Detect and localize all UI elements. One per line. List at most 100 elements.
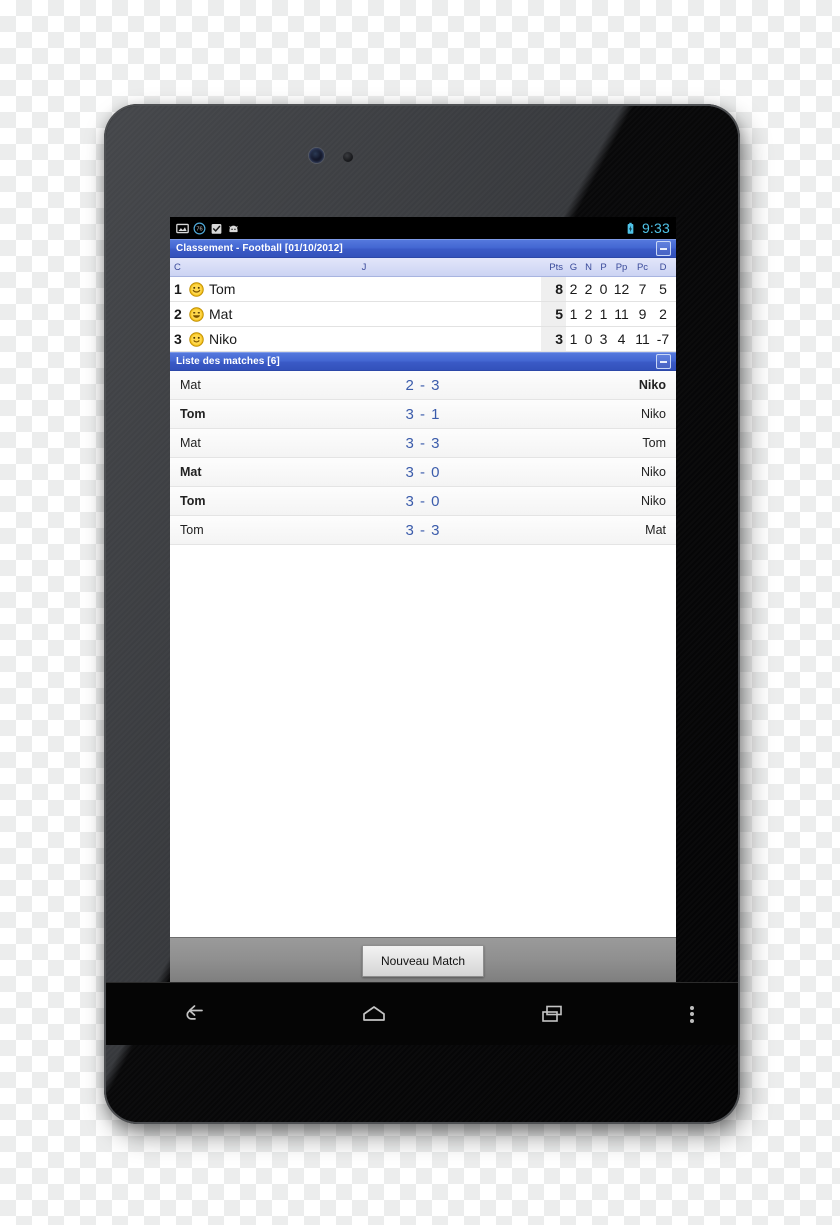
- matches-list: Mat 2 - 3 Niko Tom 3 - 1 Niko Mat 3 - 3 Tom Mat 3 …: [170, 371, 676, 545]
- goals-for-cell: 11: [611, 301, 632, 327]
- points-cell: 3: [541, 326, 566, 352]
- android-robot-icon: [229, 225, 238, 232]
- battery-icon: [627, 222, 634, 234]
- standings-header-row: C J Pts G N P Pp Pc D: [170, 258, 676, 277]
- goals-against-cell: 7: [632, 276, 653, 302]
- match-away-team: Niko: [640, 407, 666, 421]
- device-screen: 76 9:33 Classement - Football [01/10/201…: [170, 217, 676, 982]
- status-bar-system-icons: 9:33: [624, 217, 670, 239]
- player-name: Mat: [209, 306, 233, 322]
- player-cell: Tom: [187, 276, 541, 302]
- match-row[interactable]: Tom 3 - 0 Niko: [170, 487, 676, 516]
- nav-home-button[interactable]: [285, 983, 464, 1045]
- match-away-team: Niko: [638, 378, 666, 392]
- match-home-team: Mat: [180, 465, 202, 479]
- recents-icon: [541, 1005, 562, 1022]
- back-icon: [186, 1005, 204, 1020]
- standings-row[interactable]: 1 Tom 8 2 2 0 12 7 5: [170, 276, 676, 302]
- match-home-team: Tom: [180, 494, 206, 508]
- goal-diff-cell: 2: [653, 301, 676, 327]
- svg-text:76: 76: [196, 226, 202, 232]
- android-navigation-bar: [106, 982, 738, 1045]
- goals-against-cell: 11: [632, 326, 653, 352]
- status-bar-clock: 9:33: [641, 220, 670, 236]
- match-home-team: Mat: [180, 436, 201, 450]
- match-away-team: Mat: [645, 523, 666, 537]
- match-score: 3 - 0: [405, 492, 441, 510]
- standings-panel-header[interactable]: Classement - Football [01/10/2012]: [170, 239, 676, 258]
- draws-cell: 2: [581, 276, 596, 302]
- nav-overflow-menu-button[interactable]: [642, 983, 738, 1045]
- match-row[interactable]: Tom 3 - 1 Niko: [170, 400, 676, 429]
- wins-cell: 1: [566, 301, 581, 327]
- goals-against-cell: 9: [632, 301, 653, 327]
- player-smiley-icon: [189, 306, 204, 322]
- losses-cell: 0: [596, 276, 611, 302]
- match-score: 2 - 3: [405, 376, 441, 394]
- matches-panel-header[interactable]: Liste des matches [6]: [170, 352, 676, 371]
- column-header-g[interactable]: G: [566, 258, 581, 277]
- match-row[interactable]: Mat 3 - 3 Tom: [170, 429, 676, 458]
- match-away-team: Niko: [640, 494, 666, 508]
- rank-cell: 1: [170, 276, 187, 302]
- standings-row[interactable]: 2 Mat 5 1 2 1 11 9 2: [170, 301, 676, 327]
- goals-for-cell: 4: [611, 326, 632, 352]
- nav-back-button[interactable]: [106, 983, 285, 1045]
- column-header-d[interactable]: D: [653, 258, 676, 277]
- match-home-team: Mat: [180, 378, 201, 392]
- standings-row[interactable]: 3 Niko 3 1 0 3 4 11 -7: [170, 326, 676, 352]
- front-camera-icon: [309, 148, 324, 163]
- nav-recents-button[interactable]: [463, 983, 642, 1045]
- match-row[interactable]: Mat 3 - 0 Niko: [170, 458, 676, 487]
- wins-cell: 2: [566, 276, 581, 302]
- goal-diff-cell: 5: [653, 276, 676, 302]
- points-cell: 8: [541, 276, 566, 302]
- draws-cell: 2: [581, 301, 596, 327]
- column-header-pp[interactable]: Pp: [611, 258, 632, 277]
- match-score: 3 - 1: [405, 405, 441, 423]
- column-header-n[interactable]: N: [581, 258, 596, 277]
- points-cell: 5: [541, 301, 566, 327]
- column-header-p[interactable]: P: [596, 258, 611, 277]
- losses-cell: 3: [596, 326, 611, 352]
- rank-cell: 3: [170, 326, 187, 352]
- match-row[interactable]: Tom 3 - 3 Mat: [170, 516, 676, 545]
- losses-cell: 1: [596, 301, 611, 327]
- checkbox-checked-icon: [211, 223, 222, 234]
- match-score: 3 - 3: [405, 521, 441, 539]
- download-badge-76-icon: 76: [193, 222, 206, 234]
- home-icon: [363, 1006, 385, 1021]
- empty-content-area: [170, 545, 676, 937]
- player-smiley-icon: [189, 281, 204, 297]
- standings-table: C J Pts G N P Pp Pc D 1 Tom 8 2 2 0 12 7 5 2 Mat 5 1…: [170, 258, 676, 352]
- player-name: Tom: [209, 281, 236, 297]
- match-row[interactable]: Mat 2 - 3 Niko: [170, 371, 676, 400]
- column-header-j[interactable]: J: [187, 258, 541, 277]
- standings-panel-title: Classement - Football [01/10/2012]: [176, 243, 343, 254]
- standings-collapse-button[interactable]: [656, 241, 671, 256]
- goal-diff-cell: -7: [653, 326, 676, 352]
- column-header-pc[interactable]: Pc: [632, 258, 653, 277]
- android-status-bar: 76 9:33: [170, 217, 676, 239]
- match-away-team: Tom: [642, 436, 666, 450]
- image-icon: [176, 223, 189, 233]
- wins-cell: 1: [566, 326, 581, 352]
- match-score: 3 - 0: [405, 463, 441, 481]
- match-score: 3 - 3: [405, 434, 441, 452]
- bottom-toolbar: Nouveau Match: [170, 937, 676, 982]
- status-bar-notification-icons: 76: [176, 217, 240, 239]
- match-home-team: Tom: [180, 407, 206, 421]
- match-away-team: Niko: [640, 465, 666, 479]
- player-cell: Niko: [187, 326, 541, 352]
- rank-cell: 2: [170, 301, 187, 327]
- player-smiley-icon: [189, 331, 204, 347]
- player-cell: Mat: [187, 301, 541, 327]
- column-header-pts[interactable]: Pts: [541, 258, 566, 277]
- proximity-sensor-icon: [343, 152, 353, 162]
- draws-cell: 0: [581, 326, 596, 352]
- matches-collapse-button[interactable]: [656, 354, 671, 369]
- tablet-device-frame: 76 9:33 Classement - Football [01/10/201…: [104, 104, 740, 1124]
- new-match-button[interactable]: Nouveau Match: [362, 944, 484, 977]
- matches-panel-title: Liste des matches [6]: [176, 356, 280, 367]
- column-header-c[interactable]: C: [170, 258, 187, 277]
